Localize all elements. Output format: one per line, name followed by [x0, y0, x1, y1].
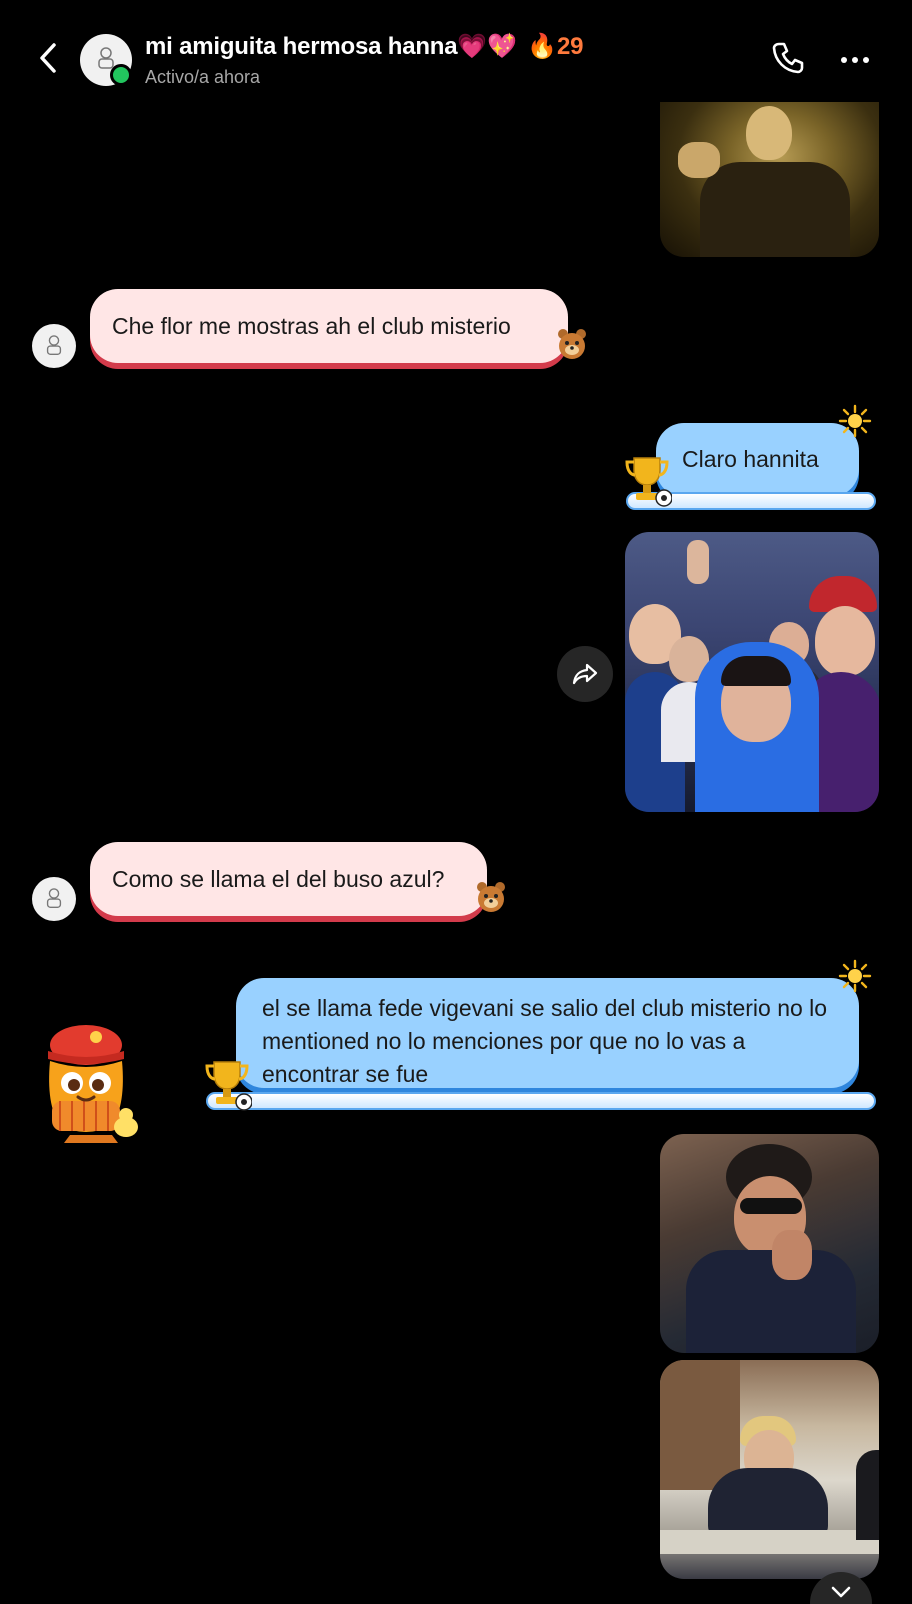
chevron-left-icon — [40, 43, 56, 73]
person-shape — [686, 1250, 856, 1353]
contact-name-text: mi amiguita hermosa hanna💗💖 — [145, 33, 517, 60]
avatar-figure-icon — [46, 335, 62, 355]
sun-icon — [838, 404, 872, 438]
trophy-icon — [625, 457, 672, 507]
dot-icon — [841, 57, 847, 63]
dot-icon — [863, 57, 869, 63]
message-text: Claro hannita — [682, 446, 819, 472]
more-options-button[interactable] — [835, 40, 875, 80]
active-status: Activo/a ahora — [145, 67, 261, 87]
message-text: el se llama fede vigevani se salio del c… — [262, 995, 828, 1087]
online-status-dot — [110, 64, 132, 86]
share-button[interactable] — [557, 646, 613, 702]
hair-shape — [721, 656, 791, 686]
floor-shape — [660, 1530, 879, 1554]
message-bubble-received[interactable]: Como se llama el del buso azul? — [90, 842, 487, 916]
shared-photo[interactable] — [625, 532, 879, 812]
bear-icon — [558, 329, 586, 359]
bear-icon — [477, 882, 505, 912]
sender-avatar[interactable] — [32, 877, 76, 921]
message-text: Como se llama el del buso azul? — [112, 865, 445, 892]
message-bubble-received[interactable]: Che flor me mostras ah el club misterio — [90, 289, 568, 363]
fire-icon: 🔥 — [527, 33, 557, 60]
person-shape — [746, 106, 792, 160]
person-shape — [700, 162, 850, 257]
streak-count: 29 — [556, 33, 584, 60]
shared-photo[interactable] — [660, 1134, 879, 1353]
wall-shape — [660, 1360, 740, 1490]
sunglasses-shape — [740, 1198, 802, 1214]
shared-photo[interactable] — [660, 102, 879, 257]
contact-name[interactable]: mi amiguita hermosa hanna💗💖 🔥29 — [145, 32, 583, 61]
dot-icon — [852, 57, 858, 63]
share-arrow-icon — [572, 663, 598, 685]
message-bubble-sent[interactable]: el se llama fede vigevani se salio del c… — [236, 978, 859, 1088]
chevron-down-icon — [831, 1586, 851, 1598]
shared-photo[interactable] — [660, 1360, 879, 1579]
hand-shape — [687, 540, 709, 584]
message-text: Che flor me mostras ah el club misterio — [112, 312, 511, 339]
chat-header: mi amiguita hermosa hanna💗💖 🔥29 Activo/a… — [0, 0, 912, 102]
ribbon-decoration — [206, 1092, 876, 1110]
person-shape — [856, 1450, 879, 1540]
hand-shape — [678, 142, 720, 178]
cookie-mascot-sticker-icon — [48, 1025, 138, 1143]
call-button[interactable] — [770, 40, 810, 80]
avatar-figure-icon — [46, 888, 62, 908]
message-bubble-sent[interactable]: Claro hannita — [656, 423, 859, 497]
trophy-icon — [205, 1061, 252, 1111]
streak-badge: 🔥29 — [527, 33, 583, 60]
sun-icon — [838, 959, 872, 993]
hand-shape — [772, 1230, 812, 1280]
back-button[interactable] — [30, 38, 66, 78]
sender-avatar[interactable] — [32, 324, 76, 368]
person-shape — [708, 1468, 828, 1538]
person-shape — [815, 606, 875, 676]
phone-icon — [772, 42, 804, 74]
